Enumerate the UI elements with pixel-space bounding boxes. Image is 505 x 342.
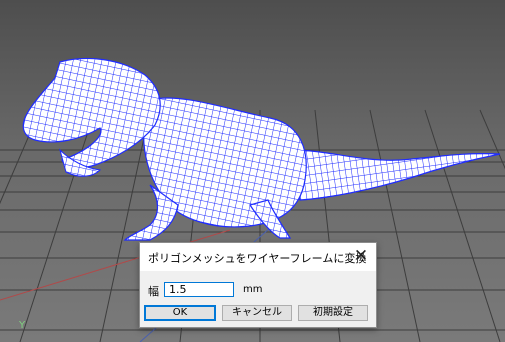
width-row: 幅 mm xyxy=(140,279,376,301)
dialog-title: ポリゴンメッシュをワイヤーフレームに変換 xyxy=(148,252,367,265)
axis-y-label: Y xyxy=(19,320,26,331)
close-icon[interactable]: ✕ xyxy=(346,243,376,271)
cancel-button[interactable]: キャンセル xyxy=(222,305,292,321)
dialog-title-bar[interactable]: ポリゴンメッシュをワイヤーフレームに変換 ✕ xyxy=(140,243,376,271)
wireframe-convert-dialog: ポリゴンメッシュをワイヤーフレームに変換 ✕ 幅 mm OK キャンセル 初期設… xyxy=(139,242,377,328)
width-input[interactable] xyxy=(164,282,234,297)
reset-defaults-button[interactable]: 初期設定 xyxy=(298,305,368,321)
unit-label: mm xyxy=(243,284,263,295)
ok-button[interactable]: OK xyxy=(144,305,216,321)
width-label: 幅 xyxy=(148,285,159,298)
